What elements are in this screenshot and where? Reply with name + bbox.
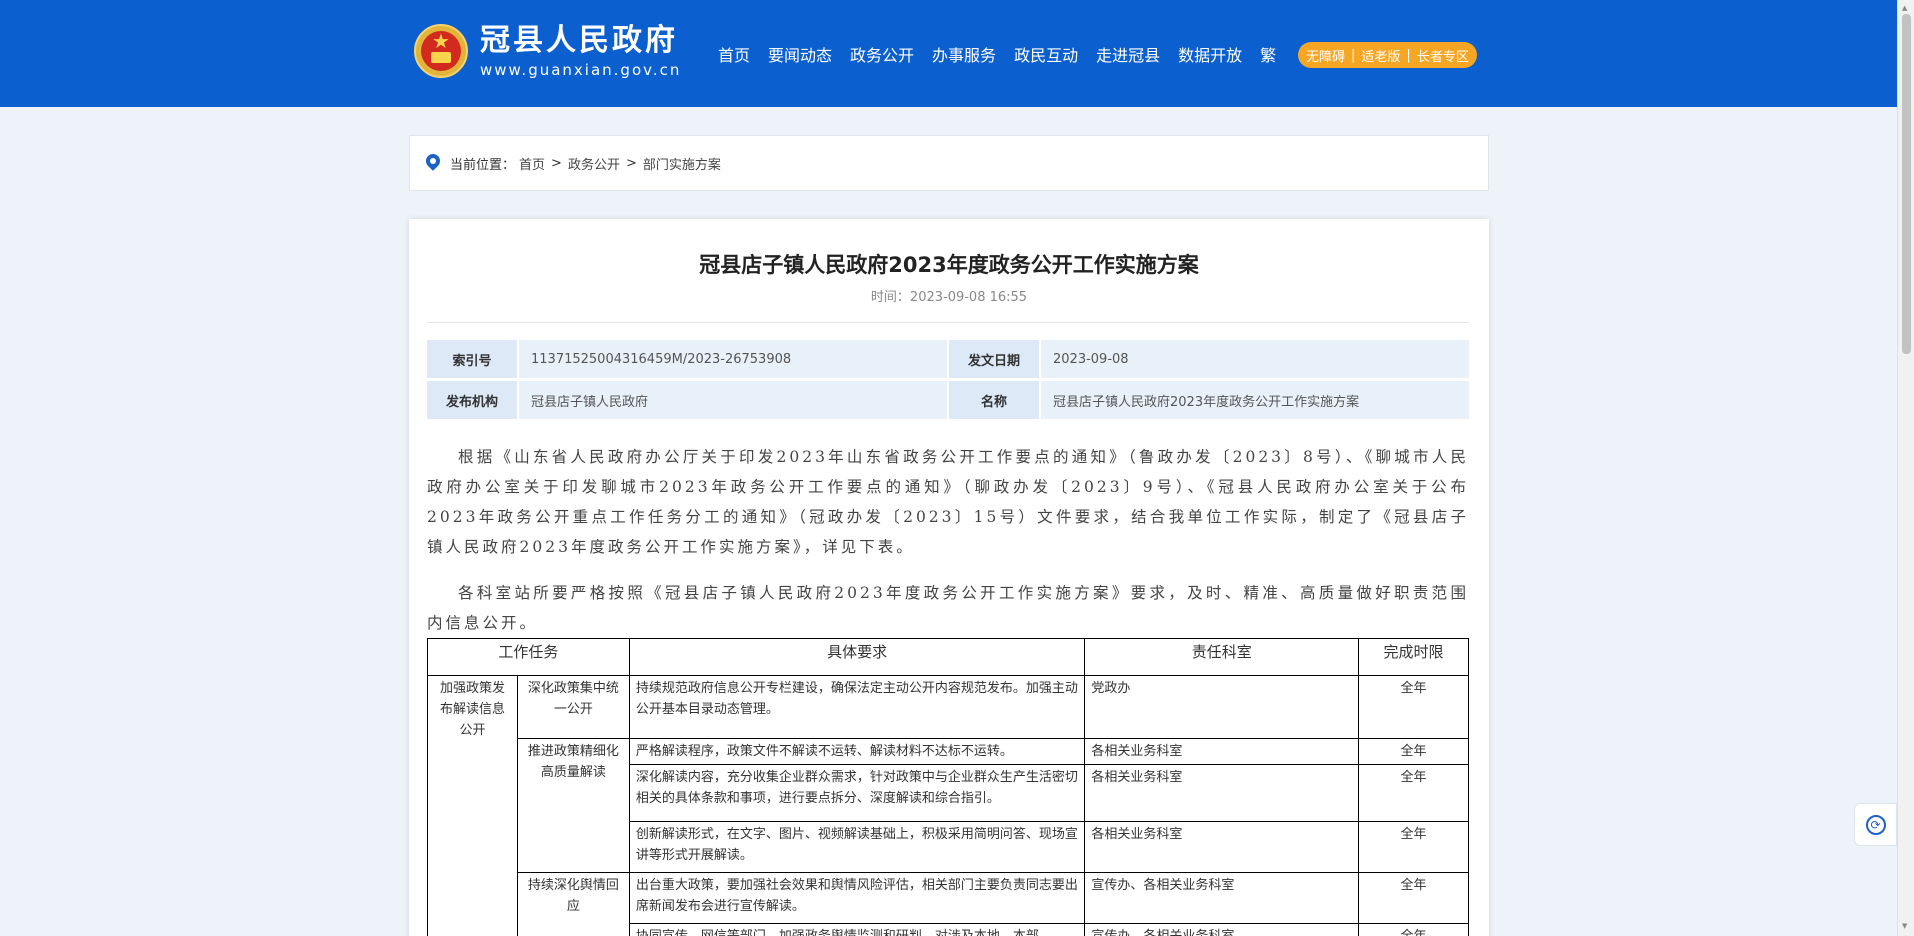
- th-deadline: 完成时限: [1358, 638, 1469, 676]
- name-value: 冠县店子镇人民政府2023年度政务公开工作实施方案: [1041, 381, 1469, 419]
- article-time: 时间：2023-09-08 16:55: [870, 290, 1028, 305]
- article-paragraph-2: 各科室站所要严格按照《冠县店子镇人民政府2023年度政务公开工作实施方案》要求，…: [427, 584, 1469, 632]
- department-cell: 党政办: [1084, 675, 1360, 739]
- deadline-cell: 全年: [1358, 764, 1469, 822]
- org-label: 发布机构: [427, 381, 517, 419]
- index-value: 11371525004316459M/2023-26753908: [519, 340, 947, 378]
- table-row: 推进政策精细化高质量解读 严格解读程序，政策文件不解读不运转、解读材料不达标不运…: [428, 738, 1469, 873]
- accessibility-bar: 无障碍 | 适老版 | 长者专区: [1298, 42, 1477, 68]
- subtask-cell: 推进政策精细化高质量解读: [516, 738, 630, 873]
- breadcrumb-current[interactable]: 部门实施方案: [643, 154, 721, 173]
- site-title: 冠县人民政府: [480, 23, 678, 58]
- plan-table: 工作任务 具体要求 责任科室 完成时限 加强政策发布解读信息公开 深化政策集中统…: [427, 638, 1469, 936]
- divider: [427, 322, 1469, 323]
- scroll-up-arrow-icon[interactable]: ▲: [1902, 4, 1907, 12]
- requirement-cell: 深化解读内容，充分收集企业群众需求，针对政策中与企业群众生产生活密切相关的具体条…: [628, 764, 1086, 822]
- department-cell: 宣传办、各相关业务科室: [1084, 872, 1360, 924]
- table-row: 持续深化舆情回应 出台重大政策，要加强社会效果和舆情风险评估，相关部门主要负责同…: [428, 872, 1469, 936]
- requirement-cell: 协同宣传、网信等部门，加强政务舆情监测和研判，对涉及本地、本部: [628, 923, 1086, 936]
- site-logo[interactable]: ★ 冠县人民政府 www.guanxian.gov.cn: [412, 22, 681, 82]
- task-cell: 加强政策发布解读信息公开: [427, 675, 518, 936]
- site-header: ★ 冠县人民政府 www.guanxian.gov.cn 首页 要闻动态 政务公…: [0, 0, 1897, 107]
- th-department: 责任科室: [1084, 638, 1360, 676]
- nav-data[interactable]: 数据开放: [1178, 42, 1242, 66]
- location-pin-icon: [426, 154, 440, 172]
- breadcrumb-home[interactable]: 首页: [519, 154, 545, 173]
- requirement-cell: 持续规范政府信息公开专栏建设，确保法定主动公开内容规范发布。加强主动公开基本目录…: [628, 675, 1086, 739]
- nav-services[interactable]: 办事服务: [932, 42, 996, 66]
- deadline-cell: 全年: [1358, 738, 1469, 765]
- department-cell: 各相关业务科室: [1084, 821, 1360, 873]
- nav-traditional[interactable]: 繁: [1260, 42, 1276, 66]
- department-cell: 各相关业务科室: [1084, 764, 1360, 822]
- breadcrumb-label: 当前位置：: [450, 157, 516, 173]
- subtask-cell: 深化政策集中统一公开: [516, 675, 630, 739]
- site-url: www.guanxian.gov.cn: [480, 61, 682, 79]
- scroll-thumb[interactable]: [1902, 14, 1911, 354]
- name-label: 名称: [949, 381, 1039, 419]
- nav-gov-open[interactable]: 政务公开: [850, 42, 914, 66]
- deadline-cell: 全年: [1358, 821, 1469, 873]
- national-emblem-icon: ★: [412, 22, 470, 82]
- table-row: 加强政策发布解读信息公开 深化政策集中统一公开 持续规范政府信息公开专栏建设，确…: [427, 675, 1469, 936]
- nav-news[interactable]: 要闻动态: [768, 42, 832, 66]
- breadcrumb-gov-open[interactable]: 政务公开: [568, 154, 620, 173]
- index-label: 索引号: [427, 340, 517, 378]
- date-value: 2023-09-08: [1041, 340, 1469, 378]
- scroll-down-arrow-icon[interactable]: ▼: [1902, 922, 1907, 930]
- article-title: 冠县店子镇人民政府2023年度政务公开工作实施方案: [699, 253, 1199, 277]
- requirement-cell: 严格解读程序，政策文件不解读不运转、解读材料不达标不运转。: [628, 738, 1086, 765]
- accessibility-link[interactable]: 无障碍: [1306, 46, 1345, 65]
- requirement-cell: 出台重大政策，要加强社会效果和舆情风险评估，相关部门主要负责同志要出席新闻发布会…: [628, 872, 1086, 924]
- nav-interaction[interactable]: 政民互动: [1014, 42, 1078, 66]
- table-header-row: 工作任务 具体要求 责任科室 完成时限: [427, 638, 1469, 676]
- subtask-cell: 持续深化舆情回应: [516, 872, 630, 936]
- page-scrollbar[interactable]: ▲ ▼: [1897, 0, 1914, 936]
- th-task: 工作任务: [427, 638, 630, 676]
- floating-service-button[interactable]: ⟳: [1854, 803, 1897, 846]
- breadcrumb: 当前位置： 首页 > 政务公开 > 部门实施方案: [409, 135, 1489, 191]
- deadline-cell: 全年: [1358, 675, 1469, 739]
- nav-home[interactable]: 首页: [718, 42, 750, 66]
- org-value: 冠县店子镇人民政府: [519, 381, 947, 419]
- article-meta: 索引号 11371525004316459M/2023-26753908 发文日…: [427, 340, 1469, 422]
- refresh-icon: ⟳: [1865, 814, 1886, 835]
- article-card: 冠县店子镇人民政府2023年度政务公开工作实施方案 时间：2023-09-08 …: [409, 219, 1489, 936]
- senior-zone-link[interactable]: 长者专区: [1417, 46, 1469, 65]
- article-paragraph-1: 根据《山东省人民政府办公厅关于印发2023年山东省政务公开工作要点的通知》（鲁政…: [427, 448, 1469, 556]
- th-requirement: 具体要求: [628, 638, 1086, 676]
- date-label: 发文日期: [949, 340, 1039, 378]
- department-cell: 宣传办、各相关业务科室: [1084, 923, 1360, 936]
- main-nav: 首页 要闻动态 政务公开 办事服务 政民互动 走进冠县 数据开放 繁: [718, 42, 1294, 66]
- deadline-cell: 全年: [1358, 923, 1469, 936]
- deadline-cell: 全年: [1358, 872, 1469, 924]
- nav-about[interactable]: 走进冠县: [1096, 42, 1160, 66]
- department-cell: 各相关业务科室: [1084, 738, 1360, 765]
- requirement-cell: 创新解读形式，在文字、图片、视频解读基础上，积极采用简明问答、现场宣讲等形式开展…: [628, 821, 1086, 873]
- elderly-version-link[interactable]: 适老版: [1361, 46, 1400, 65]
